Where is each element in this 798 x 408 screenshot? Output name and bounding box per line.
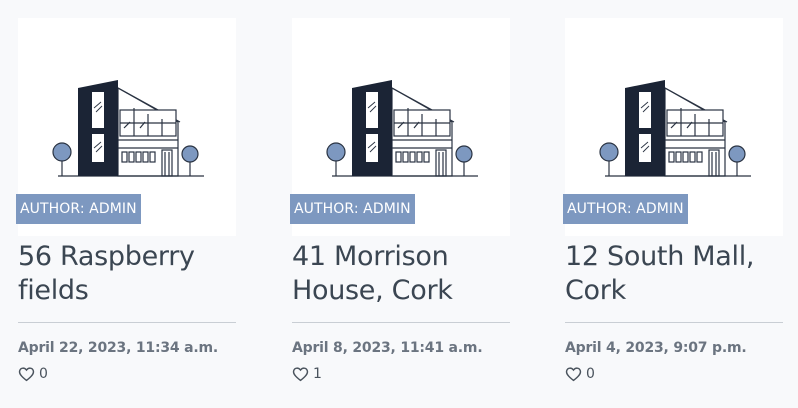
listing-card: AUTHOR: ADMIN 56 Raspberry fields April … (16, 18, 236, 383)
listing-grid: AUTHOR: ADMIN 56 Raspberry fields April … (0, 0, 798, 408)
divider (18, 322, 236, 323)
divider (565, 322, 783, 323)
author-badge: AUTHOR: ADMIN (290, 194, 415, 224)
divider (292, 322, 510, 323)
listing-date: April 8, 2023, 11:41 a.m. (292, 340, 483, 356)
like-row: 0 (18, 365, 236, 383)
listing-title[interactable]: 12 South Mall, Cork (565, 236, 783, 308)
listing-card: AUTHOR: ADMIN 41 Morrison House, Cork Ap… (290, 18, 510, 383)
listing-image[interactable]: AUTHOR: ADMIN (16, 18, 236, 236)
listing-title[interactable]: 41 Morrison House, Cork (292, 236, 510, 308)
listing-title[interactable]: 56 Raspberry fields (18, 236, 236, 308)
listing-date: April 22, 2023, 11:34 a.m. (18, 340, 218, 356)
listing-card: AUTHOR: ADMIN 12 South Mall, Cork April … (563, 18, 783, 383)
listing-image[interactable]: AUTHOR: ADMIN (290, 18, 510, 236)
like-count: 1 (313, 366, 322, 382)
author-badge: AUTHOR: ADMIN (563, 194, 688, 224)
like-count: 0 (586, 366, 595, 382)
listing-date: April 4, 2023, 9:07 p.m. (565, 340, 747, 356)
like-row: 0 (565, 365, 783, 383)
heart-outline-icon[interactable] (18, 366, 35, 382)
author-badge: AUTHOR: ADMIN (16, 194, 141, 224)
heart-outline-icon[interactable] (565, 366, 582, 382)
like-row: 1 (292, 365, 510, 383)
listing-image[interactable]: AUTHOR: ADMIN (563, 18, 783, 236)
heart-outline-icon[interactable] (292, 366, 309, 382)
like-count: 0 (39, 366, 48, 382)
